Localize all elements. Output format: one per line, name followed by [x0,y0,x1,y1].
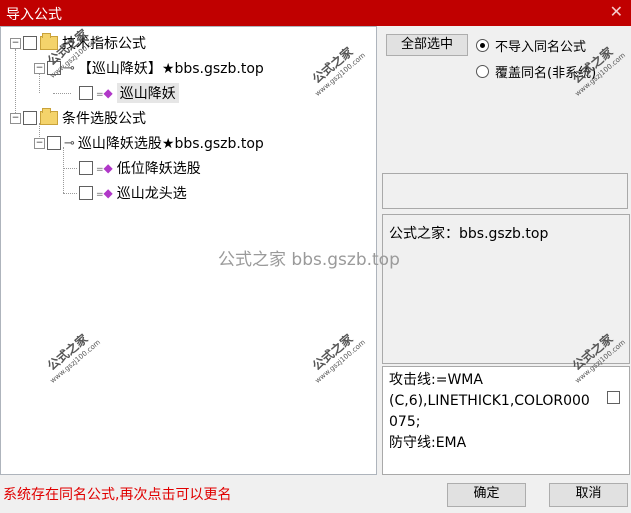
formula-line: (C,6),LINETHICK1,COLOR000 [389,393,590,409]
tree-node-label: 巡山降妖 [116,83,179,103]
collapse-icon[interactable]: − [10,112,21,124]
select-all-button[interactable]: 全部选中 [386,34,468,56]
preview-checkbox[interactable] [607,391,620,404]
tree-node-screen-group[interactable]: − ⊸ 巡山降妖选股★bbs.gszb.top [34,133,264,153]
tree-node-formula[interactable]: =◆ 低位降妖选股 [79,158,201,178]
radio-dot[interactable] [476,39,489,52]
formula-line: 防守线:EMA [389,435,467,451]
radio-no-import[interactable]: 不导入同名公式 [476,36,586,55]
status-message: 系统存在同名公式,再次点击可以更名 [3,487,232,503]
collapse-icon[interactable]: − [10,37,21,49]
close-icon[interactable]: ✕ [610,2,623,21]
tree-checkbox[interactable] [23,111,37,125]
key-icon: ⊸ [64,135,75,151]
tree-node-label: 低位降妖选股 [116,161,201,177]
radio-dot[interactable] [476,65,489,78]
formula-line: 攻击线:=WMA [389,372,483,388]
cancel-button[interactable]: 取消 [549,483,628,507]
radio-label: 不导入同名公式 [495,40,587,55]
formula-icon: =◆ [96,161,113,175]
tree-checkbox[interactable] [47,136,61,150]
tree-checkbox[interactable] [23,36,37,50]
center-watermark: 公式之家 bbs.gszb.top [218,250,400,270]
formula-icon: =◆ [96,186,113,200]
tree-checkbox[interactable] [79,186,93,200]
tree-checkbox[interactable] [79,161,93,175]
info-text: 公式之家：bbs.gszb.top [389,226,549,242]
tree-node-label: 巡山降妖选股★bbs.gszb.top [77,136,264,152]
tree-node-formula[interactable]: =◆ 巡山降妖 [79,83,179,103]
tree-node-label: 【巡山降妖】★bbs.gszb.top [77,61,264,77]
title-bar: 导入公式 ✕ [0,0,631,26]
collapse-icon[interactable]: − [34,137,45,149]
tree-node-label: 巡山龙头选 [116,186,187,202]
ok-button[interactable]: 确定 [447,483,526,507]
tree-connector [63,168,77,169]
formula-text: 攻击线:=WMA (C,6),LINETHICK1,COLOR000 075; … [389,370,599,454]
tree-node-formula[interactable]: =◆ 巡山龙头选 [79,183,187,203]
window-title: 导入公式 [6,7,62,23]
tree-node-label: 条件选股公式 [62,111,146,127]
tree-checkbox[interactable] [79,86,93,100]
tree-connector [63,147,64,193]
tree-node-screen-folder[interactable]: − 条件选股公式 [10,108,146,128]
tree-connector [63,193,77,194]
empty-field [382,173,628,209]
folder-icon [40,108,58,125]
tree-connector [53,93,71,94]
formula-icon: =◆ [96,86,113,100]
formula-line: 075; [389,414,421,430]
